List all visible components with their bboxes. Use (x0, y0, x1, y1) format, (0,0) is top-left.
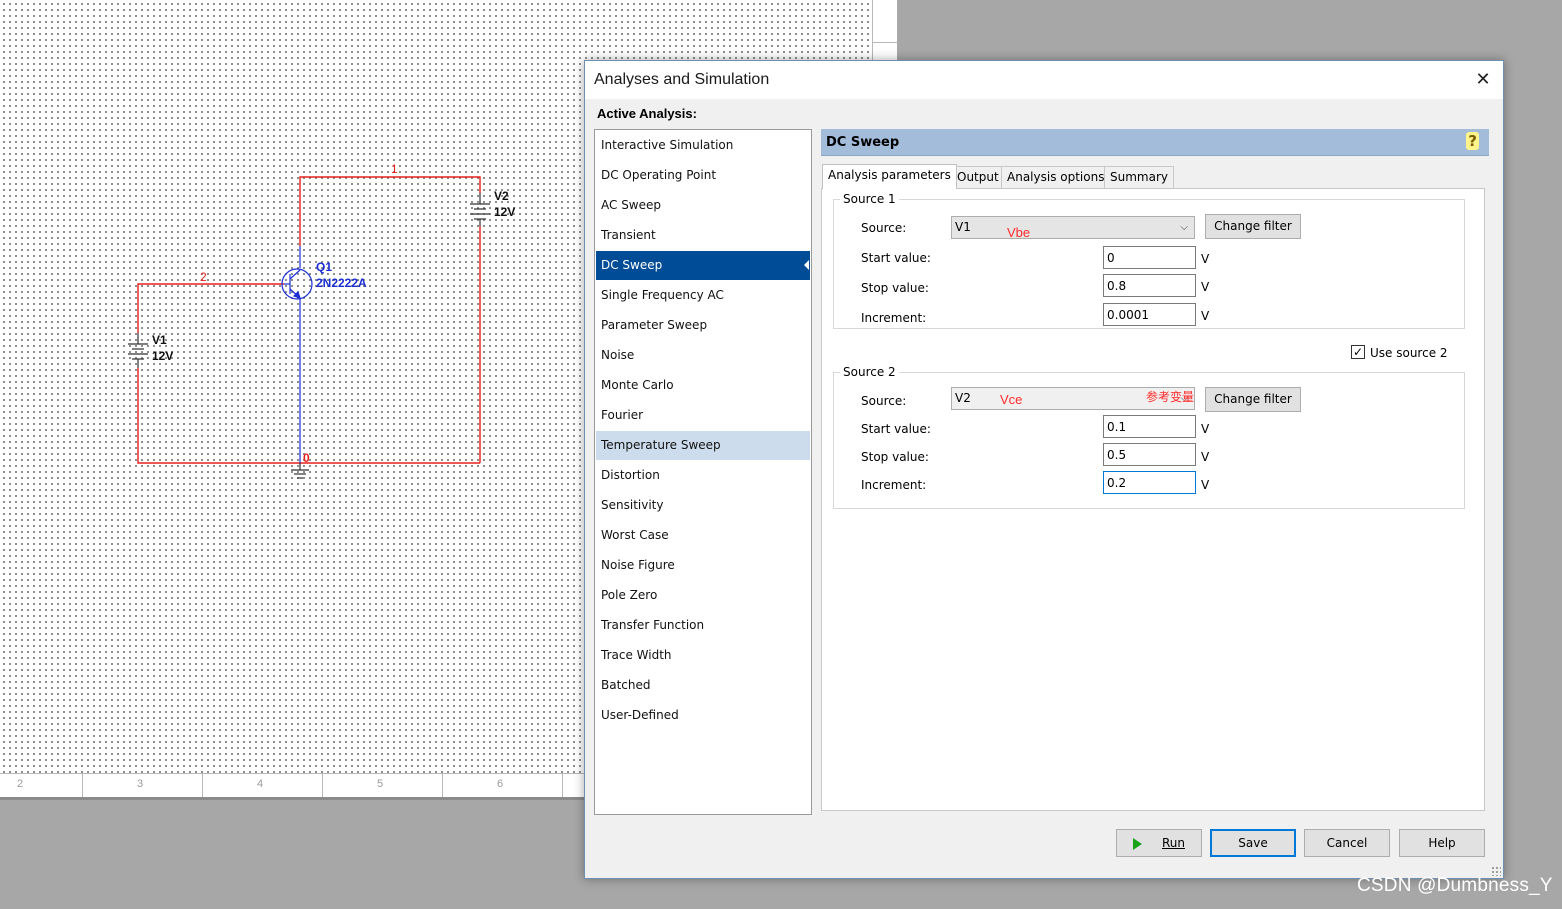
analysis-item[interactable]: Transient (596, 221, 810, 250)
play-icon (1132, 837, 1142, 850)
analysis-item[interactable]: Noise (596, 341, 810, 370)
net-label-1: 1 (391, 162, 398, 176)
analysis-parameters-panel: Source 1 Source: V1 ⌵ Vbe Change filter … (821, 188, 1485, 811)
analysis-item[interactable]: AC Sweep (596, 191, 810, 220)
wire-net-1 (299, 176, 481, 246)
tab-analysis-options[interactable]: Analysis options (1001, 166, 1111, 188)
analysis-item[interactable]: Batched (596, 671, 810, 700)
panel-header: DC Sweep ? (821, 129, 1489, 156)
source1-increment-label: Increment: (861, 311, 927, 325)
source2-stop-field[interactable] (1103, 443, 1196, 466)
source2-increment-label: Increment: (861, 478, 927, 492)
source2-start-field[interactable] (1103, 415, 1196, 438)
close-button[interactable]: ✕ (1473, 70, 1493, 90)
source1-stop-field[interactable] (1103, 274, 1196, 297)
source1-annotation: Vbe (1007, 225, 1031, 240)
analysis-item[interactable]: Trace Width (596, 641, 810, 670)
analysis-item[interactable]: Noise Figure (596, 551, 810, 580)
v2-ref: V2 (494, 189, 509, 203)
analysis-item[interactable]: Interactive Simulation (596, 131, 810, 160)
unit-label: V (1201, 280, 1210, 294)
source2-annotation-note: 参考变量 (1146, 390, 1195, 404)
source1-change-filter-button[interactable]: Change filter (1205, 214, 1301, 239)
analysis-item[interactable]: Worst Case (596, 521, 810, 550)
q1-model: 2N2222A (316, 276, 367, 290)
ruler-number: 5 (377, 778, 384, 790)
analysis-item[interactable]: Sensitivity (596, 491, 810, 520)
battery-v1[interactable] (128, 333, 148, 368)
v1-ref: V1 (152, 333, 167, 347)
source1-source-label: Source: (861, 221, 907, 235)
analysis-item[interactable]: Distortion (596, 461, 810, 490)
chevron-down-icon: ⌵ (1180, 222, 1188, 233)
use-source2-label[interactable]: Use source 2 (1370, 346, 1448, 360)
source2-select-value: V2 (955, 391, 971, 405)
analysis-item[interactable]: Transfer Function (596, 611, 810, 640)
source2-source-label: Source: (861, 394, 907, 408)
analyses-dialog: Analyses and Simulation ✕ Active Analysi… (584, 60, 1504, 879)
ruler-number: 4 (257, 778, 264, 790)
analysis-item-selected[interactable]: DC Sweep (596, 251, 810, 280)
use-source2-checkbox[interactable]: ✓ (1351, 345, 1365, 359)
source1-stop-label: Stop value: (861, 281, 929, 295)
help-button[interactable]: Help (1399, 829, 1485, 857)
watermark: CSDN @Dumbness_Y (1357, 875, 1553, 896)
source1-title: Source 1 (840, 192, 899, 206)
unit-label: V (1201, 309, 1210, 323)
net-label-0: 0 (303, 451, 310, 465)
source2-increment-field[interactable] (1103, 471, 1196, 494)
wire-net-2 (137, 283, 284, 333)
wires (137, 176, 481, 464)
analysis-item[interactable]: Parameter Sweep (596, 311, 810, 340)
ruler-number: 6 (497, 778, 504, 790)
active-analysis-label: Active Analysis: (597, 106, 697, 121)
run-button[interactable]: Run (1116, 829, 1202, 857)
v1-value: 12V (152, 349, 173, 363)
tab-analysis-parameters[interactable]: Analysis parameters (822, 164, 957, 189)
run-label: Run (1161, 836, 1185, 850)
source1-start-field[interactable] (1103, 246, 1196, 269)
help-symbol: ? (1466, 132, 1479, 150)
source1-increment-field[interactable] (1103, 303, 1196, 326)
source2-start-label: Start value: (861, 422, 931, 436)
dialog-title-bar[interactable]: Analyses and Simulation ✕ (585, 61, 1503, 99)
wire-net-0-left (137, 368, 300, 464)
help-icon[interactable]: ? (1466, 132, 1479, 150)
source1-group: Source 1 Source: V1 ⌵ Vbe Change filter … (833, 192, 1465, 329)
ruler-number: 2 (17, 778, 24, 790)
analysis-item[interactable]: DC Operating Point (596, 161, 810, 190)
unit-label: V (1201, 478, 1210, 492)
ground-symbol[interactable] (291, 463, 309, 479)
unit-label: V (1201, 422, 1210, 436)
panel-title: DC Sweep (826, 135, 900, 150)
battery-v2[interactable] (470, 193, 490, 226)
ruler-number: 3 (137, 778, 144, 790)
tab-summary[interactable]: Summary (1104, 166, 1174, 188)
analysis-item[interactable]: User-Defined (596, 701, 810, 730)
transistor-q1[interactable] (281, 246, 313, 320)
cancel-button[interactable]: Cancel (1304, 829, 1390, 857)
unit-label: V (1201, 252, 1210, 266)
analysis-item-hover[interactable]: Temperature Sweep (596, 431, 810, 460)
analysis-item[interactable]: Fourier (596, 401, 810, 430)
q1-ref: Q1 (316, 260, 332, 274)
source1-select-value: V1 (955, 220, 971, 234)
source2-change-filter-button[interactable]: Change filter (1205, 387, 1301, 412)
tab-output[interactable]: Output (951, 166, 1005, 188)
net-label-2: 2 (200, 270, 207, 284)
analysis-item[interactable]: Single Frequency AC (596, 281, 810, 310)
source1-select[interactable]: V1 ⌵ (951, 216, 1195, 239)
analysis-list[interactable]: Interactive Simulation DC Operating Poin… (594, 129, 812, 815)
source1-start-label: Start value: (861, 251, 931, 265)
save-button[interactable]: Save (1210, 829, 1296, 857)
source2-annotation: Vce (1000, 392, 1023, 407)
v2-value: 12V (494, 205, 515, 219)
source2-stop-label: Stop value: (861, 450, 929, 464)
source2-group: Source 2 Source: V2 ⌵ Vce 参考变量 Change fi… (833, 365, 1465, 509)
dialog-title: Analyses and Simulation (594, 71, 770, 88)
analysis-item[interactable]: Pole Zero (596, 581, 810, 610)
source2-title: Source 2 (840, 365, 899, 379)
unit-label: V (1201, 450, 1210, 464)
analysis-item[interactable]: Monte Carlo (596, 371, 810, 400)
